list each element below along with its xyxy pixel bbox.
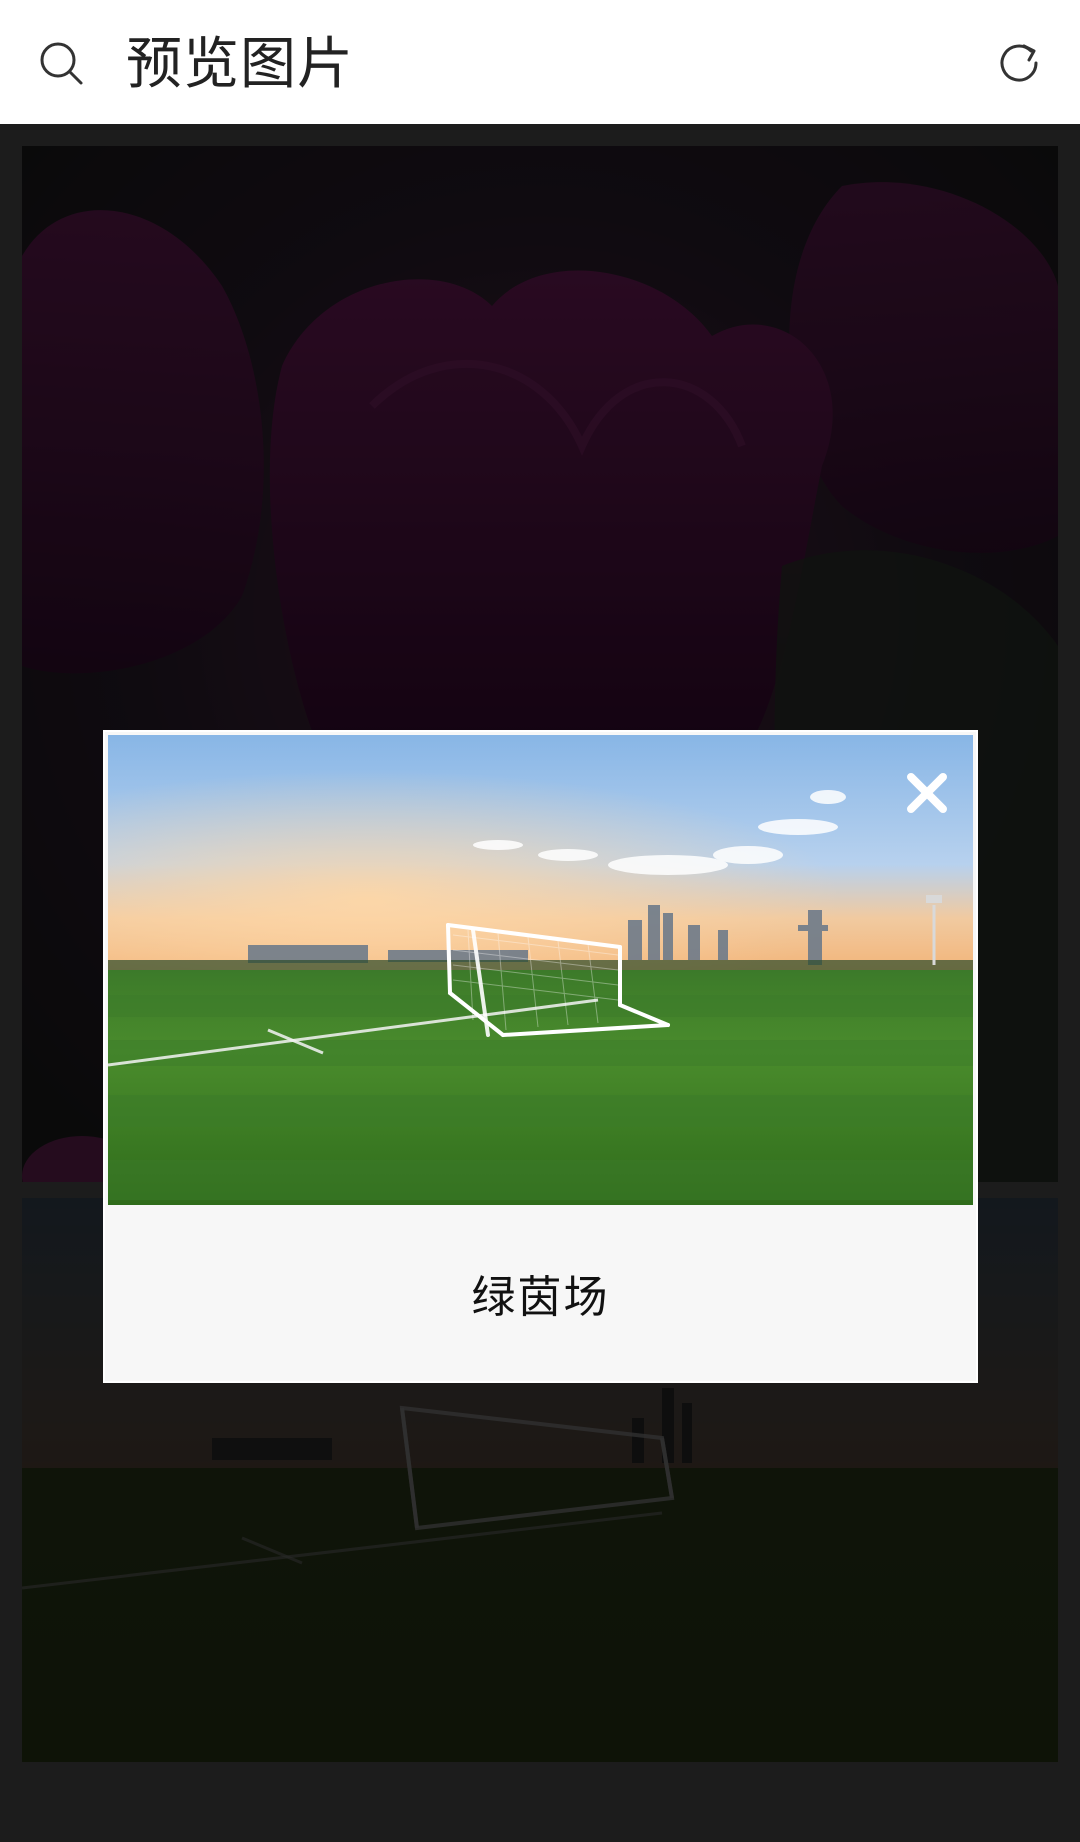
image-preview-modal: 绿茵场 [105,732,976,1381]
preview-caption: 绿茵场 [471,1272,610,1323]
preview-image[interactable] [108,735,973,1205]
app-header: 预览图片 [0,0,1080,124]
page-title: 预览图片 [126,32,354,97]
close-icon[interactable] [903,769,951,817]
soccer-field-preview-photo [108,735,973,1205]
refresh-icon[interactable] [994,38,1044,88]
search-icon[interactable] [38,40,84,86]
